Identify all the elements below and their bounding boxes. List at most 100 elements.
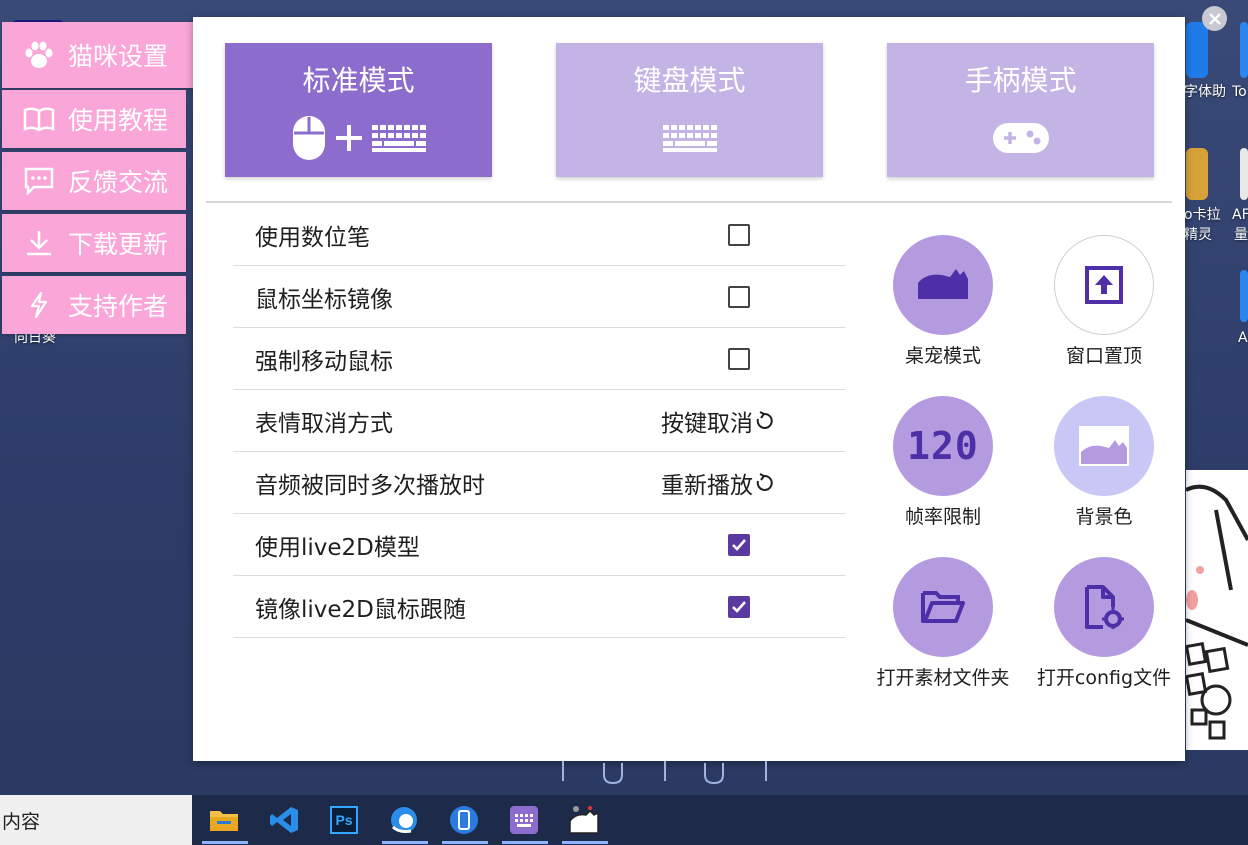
desktop-app-icon[interactable] xyxy=(1240,22,1248,78)
app-active-indicator xyxy=(382,841,428,844)
setting-row-audio-overlap: 音频被同时多次播放时 重新播放 xyxy=(233,452,845,514)
desktop-icon-label[interactable]: 量 xyxy=(1234,225,1248,245)
close-icon xyxy=(1208,12,1221,25)
open-assets-folder-button[interactable]: 打开素材文件夹 xyxy=(858,557,1028,690)
phone-icon[interactable] xyxy=(447,803,481,837)
setting-value: 重新播放 xyxy=(661,472,753,499)
bongo-cat-image xyxy=(1186,470,1248,750)
ps-text: Ps xyxy=(330,806,358,834)
open-config-file-button[interactable]: 打开config文件 xyxy=(1019,557,1189,690)
paw-icon xyxy=(22,40,56,70)
cat-silhouette-icon xyxy=(893,235,993,335)
bongo-cat-edge xyxy=(193,761,1185,795)
tool-label: 窗口置顶 xyxy=(1065,345,1142,367)
fps-120-icon: 120 xyxy=(893,396,993,496)
browser-icon[interactable] xyxy=(387,803,421,837)
background-color-icon xyxy=(1054,396,1154,496)
desktop-app-icon[interactable] xyxy=(1186,148,1208,200)
pin-top-icon xyxy=(1054,235,1154,335)
force-move-mouse-checkbox[interactable] xyxy=(728,347,750,370)
desktop-icon-label[interactable]: AF xyxy=(1232,205,1248,225)
side-menu-download-update[interactable]: 下载更新 xyxy=(2,214,186,272)
mirror-live2d-follow-checkbox[interactable] xyxy=(728,595,750,618)
cycle-icon xyxy=(756,410,773,429)
mode-gamepad-button[interactable]: 手柄模式 xyxy=(887,43,1154,177)
section-divider xyxy=(206,201,1172,203)
mode-label: 手柄模式 xyxy=(964,64,1077,97)
side-menu-label: 猫咪设置 xyxy=(68,42,169,71)
setting-label: 鼠标坐标镜像 xyxy=(255,286,393,313)
mouse-mirror-checkbox[interactable] xyxy=(728,285,750,308)
setting-label: 使用live2D模型 xyxy=(255,534,420,561)
side-menu-feedback[interactable]: 反馈交流 xyxy=(2,152,186,210)
app-active-indicator xyxy=(562,841,608,844)
search-text: 内容 xyxy=(2,810,41,833)
use-live2d-checkbox[interactable] xyxy=(728,533,750,556)
mouse-plus-keyboard-icon xyxy=(225,113,492,163)
close-button[interactable] xyxy=(1202,6,1227,31)
mode-keyboard-button[interactable]: 键盘模式 xyxy=(556,43,823,177)
window-on-top-button[interactable]: 窗口置顶 xyxy=(1019,235,1189,368)
setting-label: 镜像live2D鼠标跟随 xyxy=(255,596,466,623)
tool-label: 桌宠模式 xyxy=(904,345,981,367)
desktop-app-icon[interactable] xyxy=(1186,22,1208,78)
side-menu-label: 支持作者 xyxy=(68,292,169,321)
keyboard-icon xyxy=(556,113,823,163)
download-icon xyxy=(22,229,56,257)
side-menu-label: 使用教程 xyxy=(68,106,169,135)
emote-cancel-mode-toggle[interactable]: 按键取消 xyxy=(661,404,773,438)
side-menu-label: 下载更新 xyxy=(68,230,169,259)
audio-overlap-toggle[interactable]: 重新播放 xyxy=(661,466,773,500)
setting-row-mouse-mirror: 鼠标坐标镜像 xyxy=(233,266,845,328)
side-menu-tutorial[interactable]: 使用教程 xyxy=(2,90,186,148)
desktop-icon-label[interactable]: o卡拉 xyxy=(1184,205,1221,225)
app-active-indicator xyxy=(202,841,248,844)
tool-label: 帧率限制 xyxy=(904,506,981,528)
side-menu-label: 反馈交流 xyxy=(68,168,169,197)
chat-icon xyxy=(22,167,56,195)
setting-label: 使用数位笔 xyxy=(255,224,370,251)
vscode-icon[interactable] xyxy=(267,803,301,837)
desktop-app-icon[interactable] xyxy=(1240,270,1248,322)
setting-label: 音频被同时多次播放时 xyxy=(255,472,485,499)
tablet-pen-checkbox[interactable] xyxy=(728,223,750,246)
setting-row-force-move-mouse: 强制移动鼠标 xyxy=(233,328,845,390)
fps-limit-button[interactable]: 120 帧率限制 xyxy=(858,396,1028,529)
mode-standard-button[interactable]: 标准模式 xyxy=(225,43,492,177)
desktop-pet-mode-button[interactable]: 桌宠模式 xyxy=(858,235,1028,368)
setting-label: 表情取消方式 xyxy=(255,410,393,437)
cycle-icon xyxy=(756,472,773,491)
setting-value: 按键取消 xyxy=(661,410,753,437)
bongo-cat-icon[interactable] xyxy=(567,803,601,837)
book-icon xyxy=(22,106,56,132)
tool-label: 打开config文件 xyxy=(1036,667,1172,689)
photoshop-icon[interactable]: Ps xyxy=(327,803,361,837)
lightning-icon xyxy=(22,291,56,319)
background-color-button[interactable]: 背景色 xyxy=(1019,396,1189,529)
tool-label: 背景色 xyxy=(1075,506,1133,528)
taskbar-search-box[interactable]: 内容 xyxy=(0,795,192,845)
desktop-icon-label[interactable]: To xyxy=(1232,82,1247,102)
fps-value: 120 xyxy=(907,424,979,468)
setting-row-mirror-live2d-follow: 镜像live2D鼠标跟随 xyxy=(233,576,845,638)
file-explorer-icon[interactable] xyxy=(207,803,241,837)
mode-label: 键盘模式 xyxy=(633,64,746,97)
setting-label: 强制移动鼠标 xyxy=(255,348,393,375)
desktop-icon-label[interactable]: A xyxy=(1238,328,1248,348)
tool-label: 打开素材文件夹 xyxy=(876,667,1010,689)
taskbar: 内容 Ps xyxy=(0,795,1248,845)
keyboard-app-icon[interactable] xyxy=(507,803,541,837)
app-active-indicator xyxy=(502,841,548,844)
file-settings-icon xyxy=(1054,557,1154,657)
side-menu-support-author[interactable]: 支持作者 xyxy=(2,276,186,334)
setting-row-use-live2d: 使用live2D模型 xyxy=(233,514,845,576)
side-menu-cat-settings[interactable]: 猫咪设置 xyxy=(2,22,209,88)
setting-row-tablet-pen: 使用数位笔 xyxy=(233,204,845,266)
mode-label: 标准模式 xyxy=(302,64,415,97)
gamepad-icon xyxy=(887,113,1154,163)
setting-row-emote-cancel-mode: 表情取消方式 按键取消 xyxy=(233,390,845,452)
app-active-indicator xyxy=(442,841,488,844)
desktop-icon-label[interactable]: 字体助 xyxy=(1184,82,1226,102)
desktop-app-icon[interactable] xyxy=(1240,148,1248,200)
folder-open-icon xyxy=(893,557,993,657)
